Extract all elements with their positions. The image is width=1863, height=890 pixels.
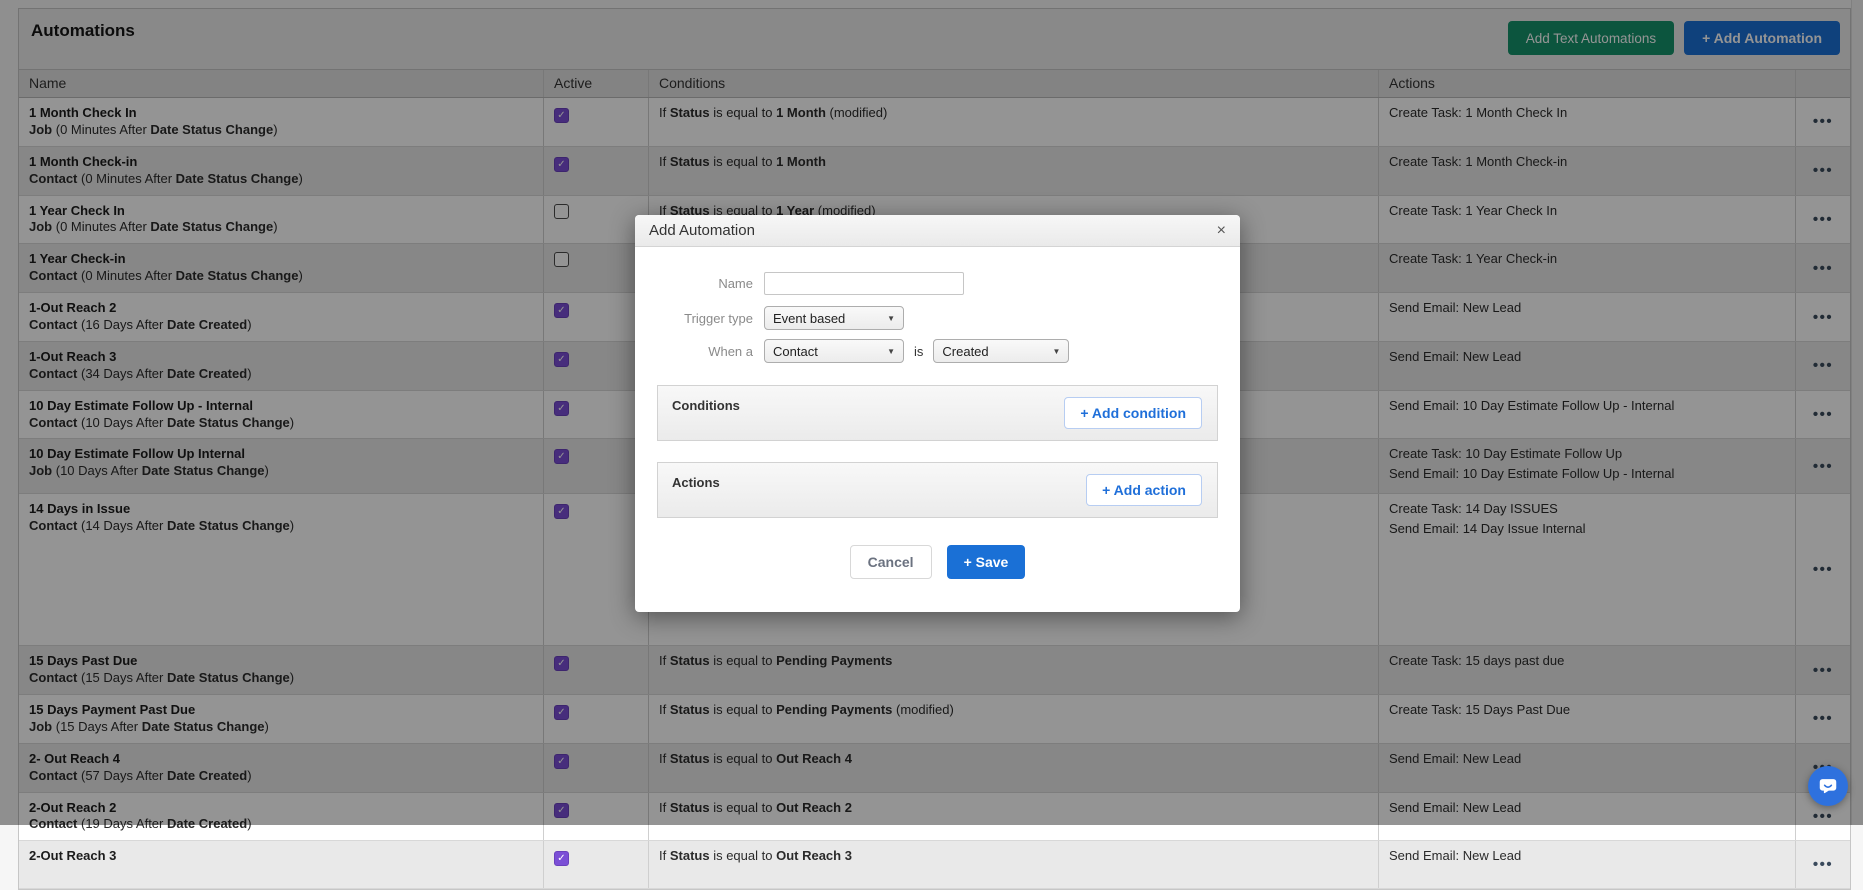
active-cell: ✓ xyxy=(544,841,649,888)
trigger-type-label: Trigger type xyxy=(657,311,753,326)
conditions-panel-label: Conditions xyxy=(672,398,740,413)
condition-value: Out Reach 3 xyxy=(776,848,852,863)
dialog-header: Add Automation × xyxy=(635,215,1240,247)
close-icon[interactable]: × xyxy=(1217,223,1226,239)
save-button[interactable]: + Save xyxy=(947,545,1026,579)
when-event-select[interactable]: Created ▼ xyxy=(933,339,1069,363)
chat-bubble-icon xyxy=(1817,775,1839,797)
condition-field: Status xyxy=(670,848,710,863)
chevron-down-icon: ▼ xyxy=(1052,347,1060,356)
condition-prefix: If xyxy=(659,848,670,863)
when-entity-select[interactable]: Contact ▼ xyxy=(764,339,904,363)
dialog-body: Name Trigger type Event based ▼ When a C… xyxy=(635,272,1240,579)
condition-operator: is equal to xyxy=(710,848,777,863)
actions-cell: Send Email: New Lead xyxy=(1379,841,1796,888)
conditions-cell: If Status is equal to Out Reach 3 xyxy=(649,841,1379,888)
table-row: 2-Out Reach 3 ✓ If Status is equal to Ou… xyxy=(19,841,1850,889)
name-cell: 2-Out Reach 3 xyxy=(19,841,544,888)
action-text: Send Email: New Lead xyxy=(1389,848,1785,865)
dialog-footer: Cancel + Save xyxy=(657,545,1218,579)
menu-cell: ••• xyxy=(1796,841,1850,888)
active-checkbox[interactable]: ✓ xyxy=(554,851,569,866)
when-a-label: When a xyxy=(657,344,753,359)
automation-name: 2-Out Reach 3 xyxy=(29,848,533,865)
trigger-type-value: Event based xyxy=(773,311,845,326)
row-menu-button[interactable]: ••• xyxy=(1813,857,1833,872)
add-condition-button[interactable]: + Add condition xyxy=(1064,397,1202,429)
condition-text: If Status is equal to Out Reach 3 xyxy=(659,848,852,863)
chat-launcher-button[interactable] xyxy=(1808,766,1848,806)
add-action-button[interactable]: + Add action xyxy=(1086,474,1202,506)
when-event-value: Created xyxy=(942,344,988,359)
dialog-title: Add Automation xyxy=(649,222,755,239)
automation-name-input[interactable] xyxy=(764,272,964,295)
is-connector-label: is xyxy=(914,344,923,359)
actions-panel: Actions + Add action xyxy=(657,462,1218,518)
chevron-down-icon: ▼ xyxy=(887,314,895,323)
when-entity-value: Contact xyxy=(773,344,818,359)
conditions-panel: Conditions + Add condition xyxy=(657,385,1218,441)
trigger-type-select[interactable]: Event based ▼ xyxy=(764,306,904,330)
cancel-button[interactable]: Cancel xyxy=(850,545,932,579)
actions-panel-label: Actions xyxy=(672,475,720,490)
name-label: Name xyxy=(657,276,753,291)
chevron-down-icon: ▼ xyxy=(887,347,895,356)
add-automation-dialog: Add Automation × Name Trigger type Event… xyxy=(635,215,1240,612)
